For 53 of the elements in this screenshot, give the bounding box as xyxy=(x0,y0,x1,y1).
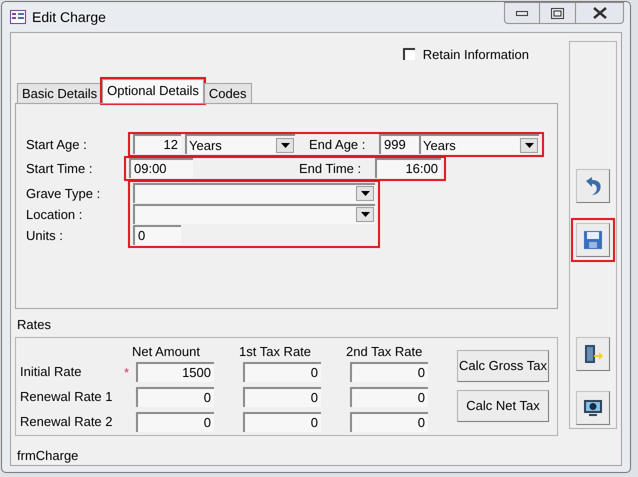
checkbox-label: Retain Information xyxy=(422,46,529,64)
rate-field[interactable]: 0 xyxy=(350,412,428,432)
end-age-field[interactable]: 999 xyxy=(379,134,419,154)
field-label: Start Age : xyxy=(26,136,88,154)
monitor-icon xyxy=(582,397,604,419)
field-label: Start Time : xyxy=(26,160,94,178)
field-label: End Time : xyxy=(299,160,362,178)
rate-field[interactable]: 0 xyxy=(350,387,428,408)
end-unit-dropdown[interactable]: Years xyxy=(419,134,539,154)
field-label: Units : xyxy=(26,226,64,242)
minimize-button[interactable] xyxy=(504,2,540,24)
rate-field[interactable]: 1500 xyxy=(136,362,214,382)
calc-button[interactable]: Calc Net Tax xyxy=(457,390,549,422)
rate-field[interactable]: 0 xyxy=(136,412,214,432)
column-header: 1st Tax Rate xyxy=(239,342,312,360)
field-label: Location : xyxy=(26,206,84,221)
field-label: Initial Rate xyxy=(20,363,82,382)
rate-field[interactable]: 0 xyxy=(243,362,321,382)
form-name-label: frmCharge xyxy=(16,446,80,465)
retain-information-checkbox[interactable] xyxy=(402,48,415,60)
close-button[interactable] xyxy=(576,2,624,24)
start-age-field[interactable]: 12 xyxy=(133,134,181,154)
rate-field[interactable]: 0 xyxy=(350,362,428,382)
dropdown-field[interactable] xyxy=(133,204,375,224)
form-icon xyxy=(10,10,26,24)
door-exit-icon xyxy=(582,343,604,365)
tab[interactable]: Codes xyxy=(204,82,252,103)
tab[interactable]: Optional Details xyxy=(102,78,204,103)
maximize-button[interactable] xyxy=(540,2,576,24)
rate-field[interactable]: 0 xyxy=(243,412,321,432)
calc-button[interactable]: Calc Gross Tax xyxy=(457,350,549,382)
start-time-field[interactable]: 09:00 xyxy=(129,158,193,178)
units-field[interactable]: 0 xyxy=(133,224,181,245)
dropdown-field[interactable] xyxy=(133,182,375,203)
field-label: Renewal Rate 1 xyxy=(20,388,114,406)
field-label: End Age : xyxy=(308,136,366,154)
column-header: Net Amount xyxy=(132,342,201,360)
tab[interactable]: Basic Details xyxy=(17,82,102,103)
column-header: 2nd Tax Rate xyxy=(346,342,424,360)
toolbar-button[interactable] xyxy=(576,337,610,371)
toolbar-button[interactable] xyxy=(576,391,610,425)
minimize-icon xyxy=(516,10,528,16)
rate-field[interactable]: 0 xyxy=(243,387,321,408)
rate-field[interactable]: 0 xyxy=(136,387,214,408)
end-time-field[interactable]: 16:00 xyxy=(375,158,441,178)
maximize-icon xyxy=(551,8,564,18)
window-title: Edit Charge xyxy=(32,8,106,27)
close-icon xyxy=(592,7,606,19)
required-mark: * xyxy=(124,366,130,379)
field-label: Grave Type : xyxy=(26,184,102,200)
start-unit-dropdown[interactable]: Years xyxy=(185,134,295,154)
field-label: Renewal Rate 2 xyxy=(20,413,114,432)
section-title: Rates xyxy=(16,316,52,334)
